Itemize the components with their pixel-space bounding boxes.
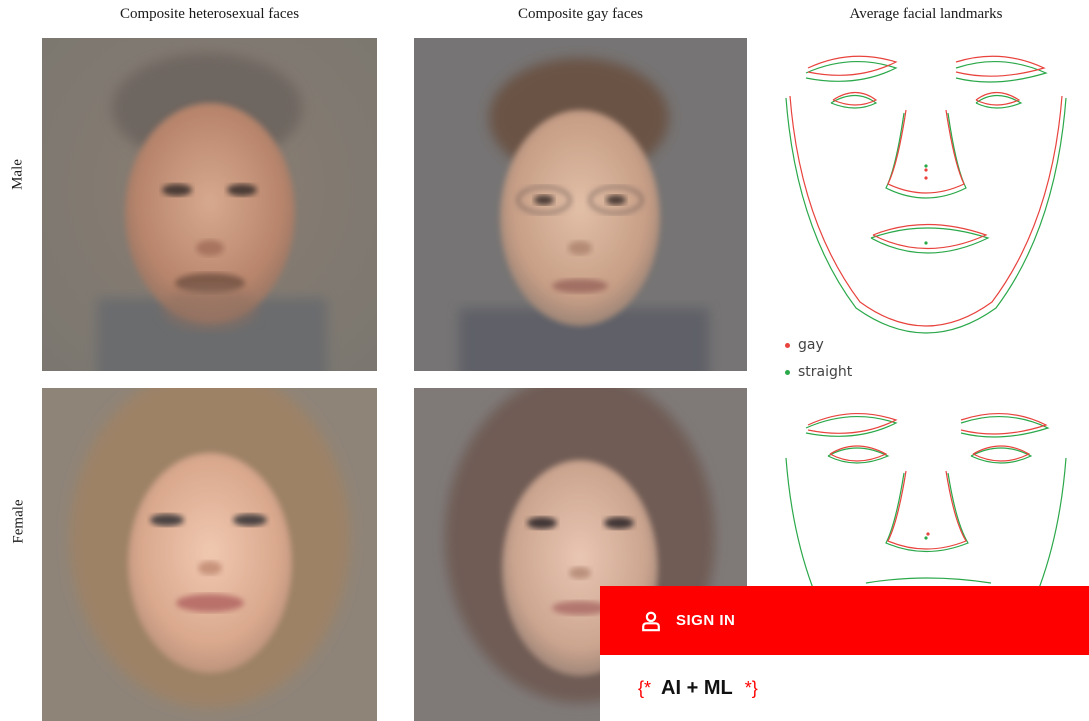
legend-label-straight: straight (798, 364, 853, 380)
male-gay-composite-image (414, 38, 747, 371)
female-heterosexual-composite-image (42, 388, 377, 721)
legend-item-straight: straight (785, 364, 852, 380)
topic-label: AI + ML (661, 676, 733, 699)
male-heterosexual-composite-image (42, 38, 377, 371)
topic-brace-close: *} (744, 677, 758, 698)
sign-in-label: SIGN IN (676, 612, 736, 629)
column-header-landmarks: Average facial landmarks (849, 6, 1003, 22)
female-landmarks-diagram (776, 398, 1076, 586)
column-header-gay: Composite gay faces (518, 6, 643, 22)
topic-ai-ml-link[interactable]: {* AI + ML *} (600, 655, 1089, 721)
legend-dot-straight (785, 369, 790, 375)
legend-label-gay: gay (798, 337, 824, 353)
user-icon (642, 611, 660, 631)
legend-dot-gay (785, 342, 790, 348)
sign-in-button[interactable]: SIGN IN (600, 586, 1089, 655)
male-landmarks-diagram (776, 38, 1076, 358)
column-header-heterosexual: Composite heterosexual faces (119, 6, 300, 22)
legend-item-gay: gay (785, 337, 824, 353)
topic-brace-open: {* (638, 677, 652, 698)
row-label-male: Male (9, 159, 26, 190)
row-label-female: Female (10, 499, 27, 544)
